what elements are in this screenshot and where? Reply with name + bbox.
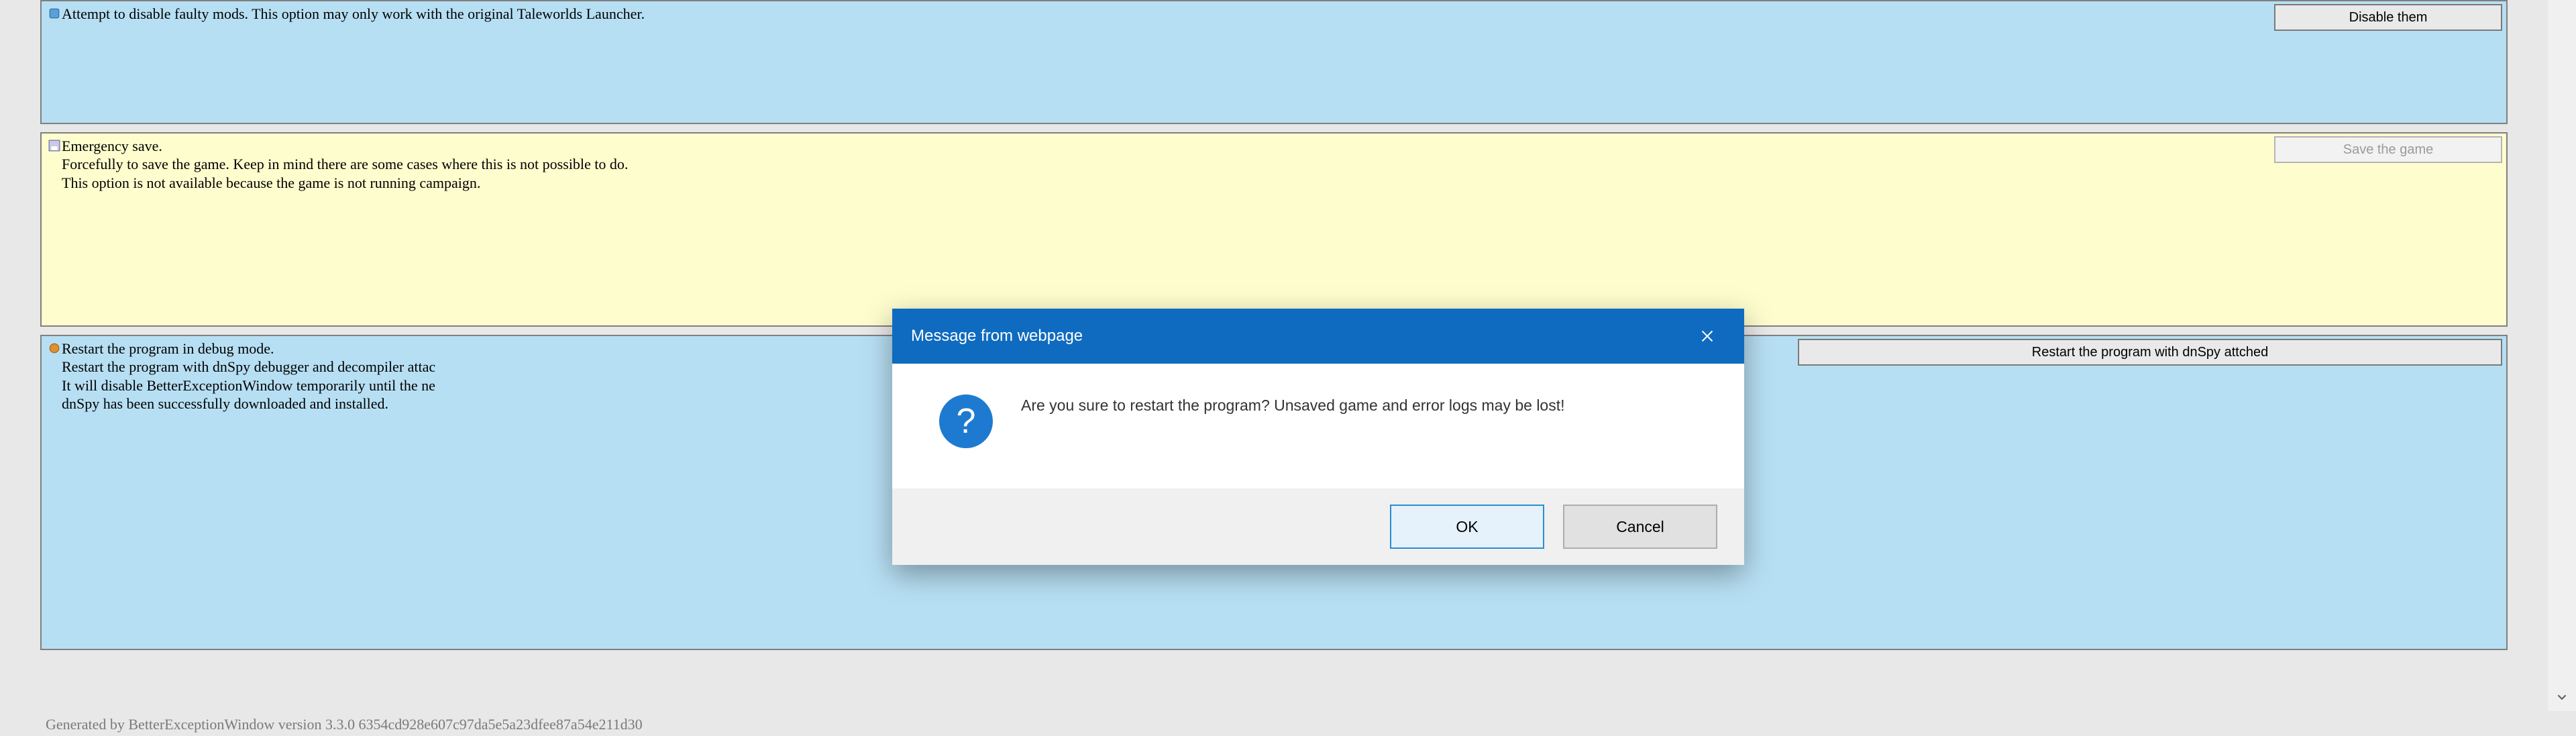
dialog-close-button[interactable] bbox=[1670, 309, 1744, 364]
footer-generated-by: Generated by BetterExceptionWindow versi… bbox=[46, 716, 643, 733]
dialog-body: ? Are you sure to restart the program? U… bbox=[892, 364, 1744, 488]
vertical-scrollbar[interactable] bbox=[2548, 0, 2576, 711]
panel-disable-mods: Attempt to disable faulty mods. This opt… bbox=[40, 0, 2508, 124]
panel-save-line2: This option is not available because the… bbox=[62, 174, 2500, 193]
dialog-message: Are you sure to restart the program? Uns… bbox=[1021, 395, 1565, 417]
dialog-cancel-button[interactable]: Cancel bbox=[1563, 505, 1717, 549]
bug-icon bbox=[48, 342, 60, 354]
panel-debug-title: Restart the program in debug mode. bbox=[62, 340, 274, 357]
question-icon: ? bbox=[939, 395, 993, 448]
panel-disable-title: Attempt to disable faulty mods. This opt… bbox=[62, 5, 645, 22]
panel-save-body: Forcefully to save the game. Keep in min… bbox=[62, 155, 2500, 192]
disable-them-button[interactable]: Disable them bbox=[2274, 4, 2502, 31]
save-icon bbox=[48, 140, 60, 152]
dialog-ok-button[interactable]: OK bbox=[1390, 505, 1544, 549]
dialog-button-row: OK Cancel bbox=[892, 488, 1744, 565]
panel-save-title: Emergency save. bbox=[62, 138, 162, 154]
shield-icon bbox=[48, 7, 60, 19]
confirm-dialog: Message from webpage ? Are you sure to r… bbox=[892, 309, 1744, 565]
save-game-button: Save the game bbox=[2274, 136, 2502, 163]
panel-emergency-save: Emergency save. Forcefully to save the g… bbox=[40, 132, 2508, 327]
panel-save-line1: Forcefully to save the game. Keep in min… bbox=[62, 155, 2500, 174]
panel-debug-line1a: Restart the program with dnSpy debugger … bbox=[62, 358, 435, 375]
dialog-titlebar[interactable]: Message from webpage bbox=[892, 309, 1744, 364]
close-icon bbox=[1701, 329, 1714, 343]
restart-dnspy-button[interactable]: Restart the program with dnSpy attched bbox=[1798, 339, 2502, 366]
viewport: Attempt to disable faulty mods. This opt… bbox=[0, 0, 2576, 736]
scrollbar-down-button[interactable] bbox=[2548, 683, 2576, 711]
dialog-title-text: Message from webpage bbox=[911, 327, 1083, 346]
